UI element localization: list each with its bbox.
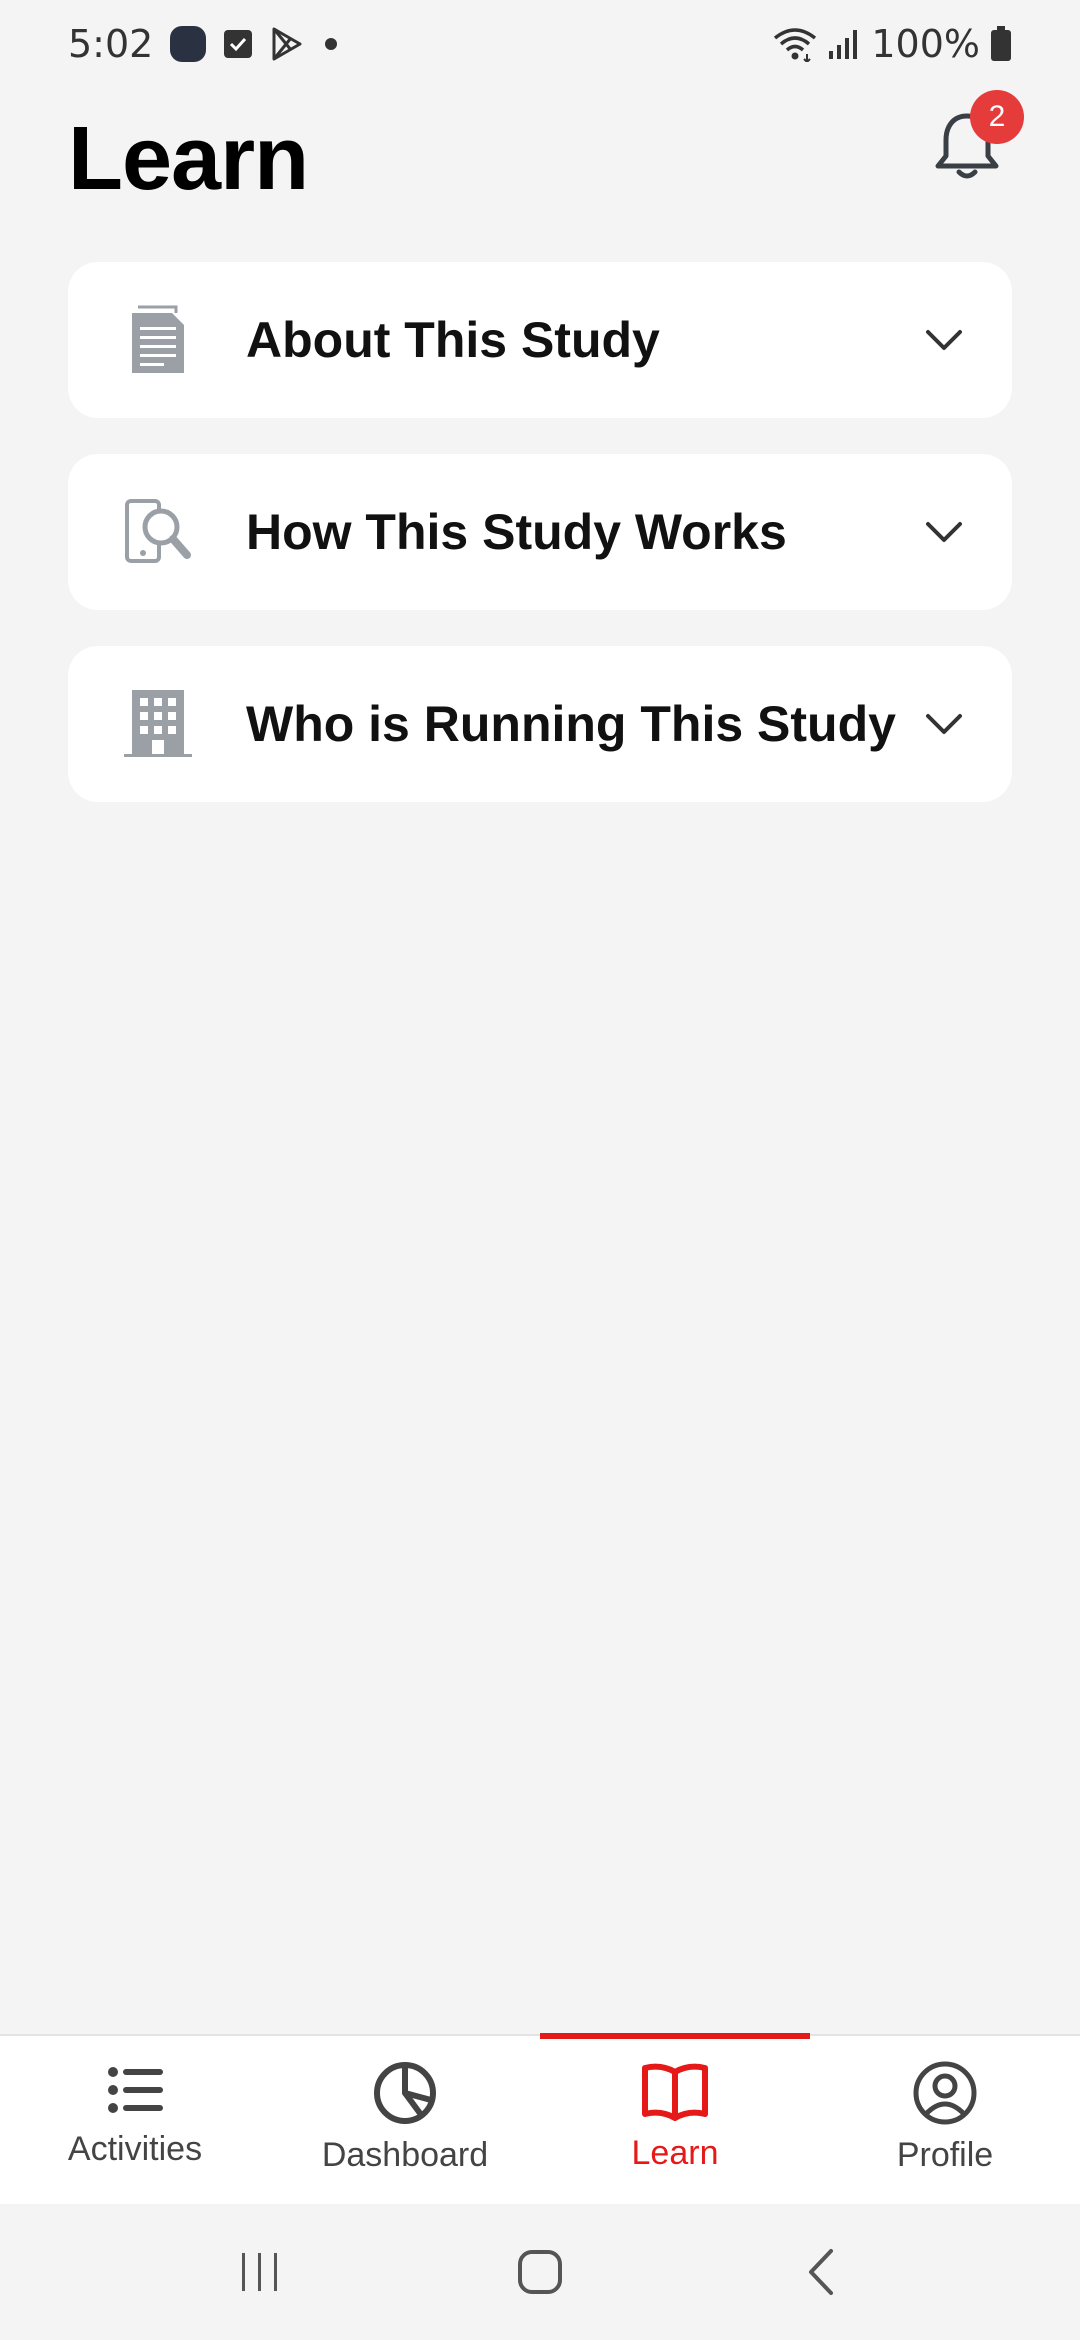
app-icon [169,25,207,63]
chevron-down-icon [916,312,972,368]
recent-apps-icon [242,2253,277,2291]
nav-activities[interactable]: Activities [0,2036,270,2206]
nav-learn[interactable]: Learn [540,2033,810,2206]
status-left: 5:02 [68,22,341,66]
status-right: 100% [773,22,1012,66]
status-bar: 5:02 100% [0,0,1080,88]
battery-icon [990,26,1012,62]
recent-apps-button[interactable] [220,2232,300,2312]
book-icon [642,2063,708,2121]
battery-percent: 100% [871,22,980,66]
wifi-icon [773,26,817,62]
pie-chart-icon [374,2062,436,2124]
back-icon [809,2249,833,2295]
user-circle-icon [913,2061,977,2125]
back-button[interactable] [780,2232,860,2312]
accordion-who-running-study[interactable]: Who is Running This Study [68,646,1012,802]
phone-search-icon [118,492,198,572]
signal-icon [827,27,861,61]
accordion-about-study[interactable]: About This Study [68,262,1012,418]
home-button[interactable] [500,2232,580,2312]
dot-icon [321,34,341,54]
nav-profile[interactable]: Profile [810,2036,1080,2206]
status-time: 5:02 [68,22,154,66]
nav-label: Learn [631,2134,719,2172]
nav-label: Profile [896,2136,994,2174]
learn-accordion: About This Study How This Study Works Wh… [68,262,1012,838]
nav-label: Activities [67,2130,203,2168]
chevron-down-icon [916,696,972,752]
notification-button[interactable]: 2 [914,90,1024,200]
chevron-down-icon [916,504,972,560]
nav-label: Dashboard [321,2136,489,2174]
checkbox-icon [223,29,253,59]
document-icon [118,300,198,380]
page-title: Learn [68,109,309,209]
accordion-label: How This Study Works [246,504,787,560]
home-icon [518,2250,562,2294]
nav-dashboard[interactable]: Dashboard [270,2036,540,2206]
accordion-label: About This Study [246,312,660,368]
notification-badge: 2 [970,90,1024,144]
system-nav-bar [0,2204,1080,2340]
list-icon [108,2067,163,2113]
bottom-nav: Activities Dashboard Learn Profile [0,2033,1080,2206]
play-store-icon [269,26,305,62]
accordion-label: Who is Running This Study [246,696,896,752]
building-icon [118,684,198,764]
accordion-how-study-works[interactable]: How This Study Works [68,454,1012,610]
